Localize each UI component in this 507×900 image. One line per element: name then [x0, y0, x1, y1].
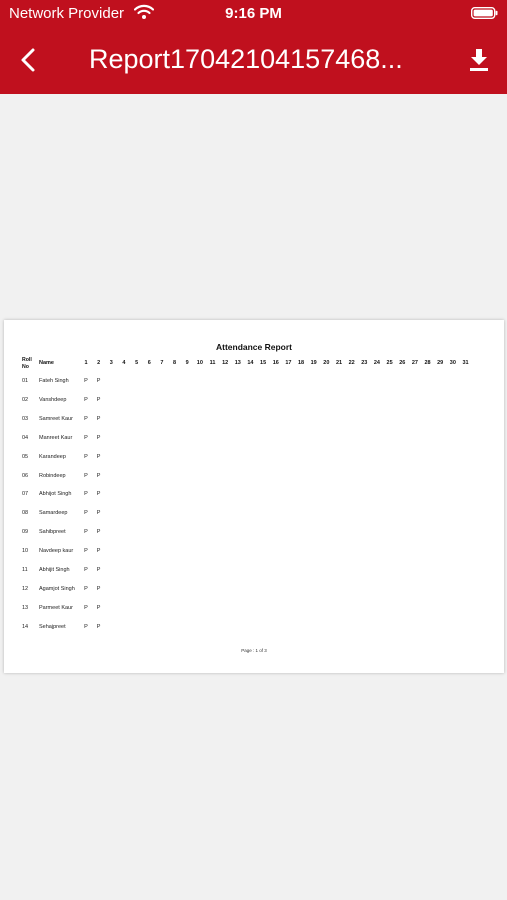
student-name: Parmeet Kaur — [39, 604, 73, 611]
table-row: 10 Navdeep kaur P P — [4, 548, 504, 558]
roll-number: 13 — [22, 604, 29, 611]
attendance-mark: P — [96, 434, 101, 441]
attendance-mark: P — [96, 453, 101, 460]
attendance-mark: P — [84, 472, 88, 479]
day-header-31: 31 — [462, 360, 469, 366]
roll-number: 09 — [22, 529, 29, 536]
table-row: 08 Samardeep P P — [4, 510, 504, 520]
roll-number: 03 — [22, 415, 29, 422]
table-row: 09 Sahibpreet P P — [4, 529, 504, 539]
page-indicator: Page : 1 of 3 — [241, 648, 267, 653]
table-row: 06 Robindeep P P — [4, 473, 504, 483]
attendance-mark: P — [96, 396, 101, 403]
attendance-mark: P — [84, 453, 88, 460]
student-name: Navdeep kaur — [39, 548, 74, 555]
roll-number: 07 — [22, 491, 29, 498]
student-name: Samreet Kaur — [39, 415, 73, 422]
attendance-mark: P — [96, 472, 101, 479]
table-row: 07 Abhijot Singh P P — [4, 491, 504, 501]
student-name: Abhijot Singh — [39, 491, 72, 498]
table-row: 14 Sehajpreet P P — [4, 624, 504, 634]
table-row: 12 Agamjot Singh P P — [4, 586, 504, 596]
app-header: Network Provider 9:16 PM Report170421041… — [0, 0, 507, 94]
roll-number: 10 — [22, 548, 29, 555]
roll-number: 06 — [22, 472, 29, 479]
roll-number: 01 — [22, 378, 29, 384]
attendance-mark: P — [96, 548, 101, 555]
table-row: 03 Samreet Kaur P P — [4, 416, 504, 426]
attendance-mark: P — [96, 604, 101, 611]
roll-number: 08 — [22, 510, 29, 517]
table-row: 05 Karandeep P P — [4, 454, 504, 464]
table-row: 02 Vanshdeep P P — [4, 397, 504, 407]
attendance-mark: P — [84, 491, 88, 498]
attendance-mark: P — [84, 604, 88, 611]
table-row: 13 Parmeet Kaur P P — [4, 605, 504, 615]
attendance-mark: P — [84, 434, 88, 441]
attendance-mark: P — [96, 567, 101, 573]
attendance-mark: P — [84, 585, 88, 592]
attendance-mark: P — [96, 510, 101, 517]
attendance-mark: P — [84, 529, 88, 536]
attendance-mark: P — [96, 623, 101, 630]
roll-number: 05 — [22, 453, 29, 460]
attendance-mark: P — [84, 623, 88, 630]
student-name: Samardeep — [39, 510, 68, 517]
attendance-mark: P — [84, 548, 88, 555]
student-name: Sehajpreet — [39, 623, 66, 630]
attendance-mark: P — [84, 378, 88, 384]
attendance-mark: P — [96, 529, 101, 536]
roll-number: 12 — [22, 585, 29, 592]
download-icon — [470, 49, 488, 71]
roll-number: 14 — [22, 623, 29, 630]
student-name: Manreet Kaur — [39, 434, 73, 441]
roll-number: 02 — [22, 396, 29, 403]
navigation-bar: Report17042104157468... — [0, 28, 507, 94]
attendance-mark: P — [84, 510, 88, 517]
table-row: 11 Abhijit Singh P P — [4, 567, 504, 577]
table-row: 04 Manreet Kaur P P — [4, 435, 504, 445]
attendance-mark: P — [84, 415, 88, 422]
attendance-mark: P — [96, 415, 101, 422]
student-name: Agamjot Singh — [39, 585, 75, 592]
student-name: Fateh Singh — [39, 378, 69, 384]
student-name: Karandeep — [39, 453, 66, 460]
roll-number: 04 — [22, 434, 29, 441]
download-button[interactable] — [462, 42, 496, 78]
attendance-mark: P — [84, 567, 88, 573]
attendance-mark: P — [96, 378, 101, 384]
roll-number: 11 — [22, 567, 28, 573]
student-name: Abhijit Singh — [39, 567, 70, 573]
clock: 9:16 PM — [225, 5, 282, 22]
battery-icon — [471, 7, 498, 19]
student-name: Vanshdeep — [39, 396, 67, 403]
table-row: 01 Fateh Singh P P — [4, 378, 504, 388]
attendance-mark: P — [84, 396, 88, 403]
report-page[interactable]: Attendance Report Roll No Name 123456789… — [4, 320, 504, 673]
attendance-mark: P — [96, 491, 101, 498]
report-title: Attendance Report — [215, 342, 293, 352]
column-header-roll-no: Roll No — [22, 357, 32, 370]
student-name: Sahibpreet — [39, 529, 66, 536]
page-title: Report17042104157468... — [89, 44, 403, 74]
back-button[interactable] — [10, 42, 46, 78]
status-bar: Network Provider 9:16 PM — [0, 0, 507, 28]
student-name: Robindeep — [39, 472, 66, 479]
chevron-left-icon — [21, 48, 35, 72]
attendance-mark: P — [96, 585, 101, 592]
column-header-name: Name — [39, 360, 54, 366]
